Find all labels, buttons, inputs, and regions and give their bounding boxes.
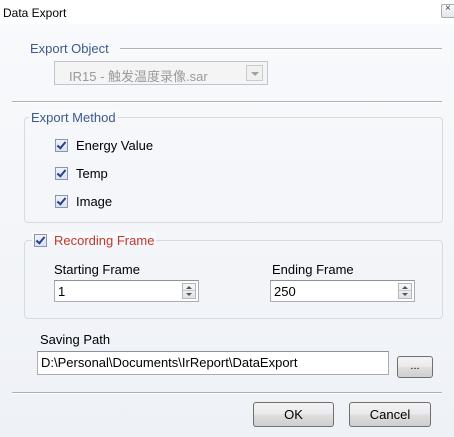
spin-divider	[399, 290, 411, 291]
ending-frame-label: Ending Frame	[272, 262, 354, 277]
footer-divider	[12, 392, 442, 394]
spin-arrows-icon[interactable]	[398, 283, 412, 299]
close-icon: ×	[445, 3, 451, 14]
energy-value-checkbox[interactable]: Energy Value	[55, 137, 153, 153]
checkbox-checked-icon[interactable]	[55, 138, 68, 152]
export-method-legend: Export Method	[29, 110, 118, 125]
ending-frame-value: 250	[274, 284, 296, 299]
saving-path-input[interactable]: D:\Personal\Documents\IrReport\DataExpor…	[37, 351, 389, 375]
checkbox-checked-icon[interactable]	[55, 166, 68, 180]
temp-label: Temp	[76, 165, 108, 181]
export-object-divider	[120, 48, 442, 50]
saving-path-label: Saving Path	[40, 332, 111, 347]
starting-frame-label: Starting Frame	[54, 262, 140, 277]
ok-button[interactable]: OK	[253, 402, 334, 427]
browse-button[interactable]: ...	[397, 356, 433, 378]
recording-frame-checkbox[interactable]: Recording Frame	[32, 232, 157, 248]
energy-value-label: Energy Value	[76, 137, 154, 153]
ending-frame-spinbox[interactable]: 250	[270, 280, 415, 302]
chevron-down-icon[interactable]	[246, 65, 263, 81]
window-title: Data Export	[3, 6, 67, 20]
checkbox-checked-icon[interactable]	[34, 233, 47, 247]
recording-frame-label: Recording Frame	[54, 232, 155, 248]
checkbox-checked-icon[interactable]	[55, 194, 68, 208]
export-object-select[interactable]: IR15 - 触发温度录像.sar	[54, 61, 268, 85]
spin-arrows-icon[interactable]	[182, 283, 196, 299]
starting-frame-value: 1	[58, 284, 66, 299]
cancel-button[interactable]: Cancel	[349, 402, 431, 427]
section-divider	[12, 101, 442, 103]
starting-frame-spinbox[interactable]: 1	[54, 280, 199, 302]
spin-divider	[183, 290, 195, 291]
data-export-dialog: Data Export × Export Object IR15 - 触发温度录…	[0, 0, 454, 437]
image-checkbox[interactable]: Image	[55, 193, 112, 209]
close-button[interactable]: ×	[441, 3, 454, 18]
temp-checkbox[interactable]: Temp	[55, 165, 108, 181]
title-bar[interactable]: Data Export ×	[0, 0, 454, 24]
image-label: Image	[76, 193, 113, 209]
export-object-value: IR15 - 触发温度录像.sar	[69, 69, 208, 84]
export-object-legend: Export Object	[30, 41, 109, 56]
